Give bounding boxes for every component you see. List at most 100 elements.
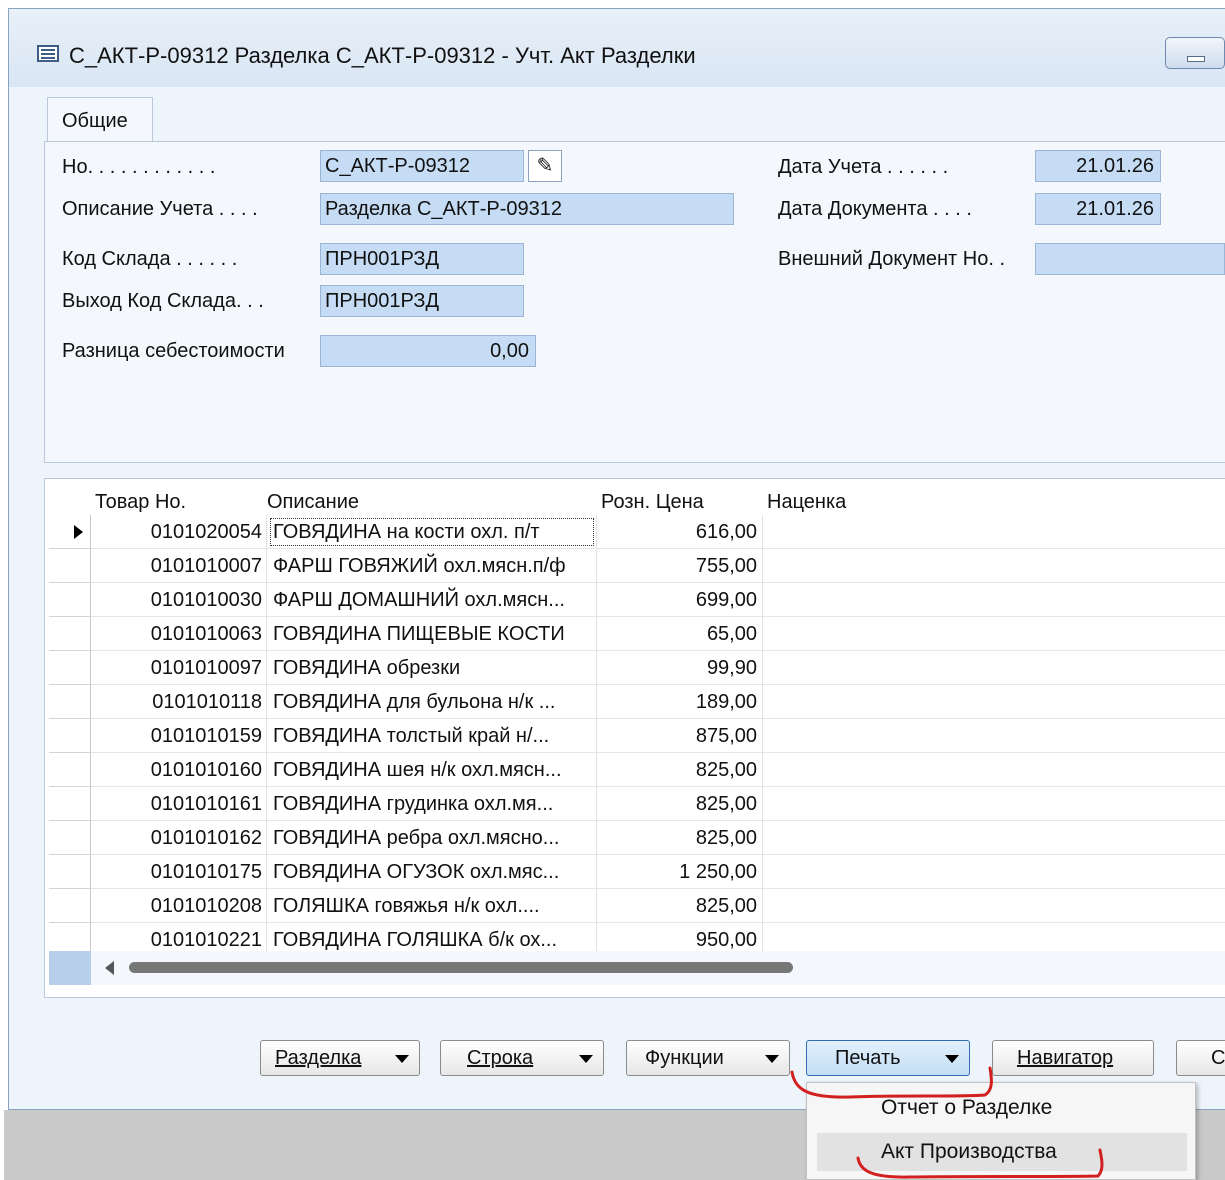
markup-cell[interactable] [763,651,1225,685]
retail-price-cell[interactable]: 875,00 [597,719,763,753]
description-cell[interactable]: ГОВЯДИНА грудинка охл.мя... [267,787,597,821]
horizontal-scrollbar[interactable] [49,951,1225,985]
row-selector[interactable] [49,787,91,821]
description-cell[interactable]: ГОВЯДИНА шея н/к охл.мясн... [267,753,597,787]
retail-price-cell[interactable]: 65,00 [597,617,763,651]
retail-price-cell[interactable]: 99,90 [597,651,763,685]
cut-off-button[interactable]: С [1176,1040,1225,1076]
markup-cell[interactable] [763,719,1225,753]
stroka-button[interactable]: Строка [440,1040,604,1076]
table-row[interactable]: 0101010097 ГОВЯДИНА обрезки 99,90 [45,651,1225,685]
table-row[interactable]: 0101010007 ФАРШ ГОВЯЖИЙ охл.мясн.п/ф 755,0… [45,549,1225,583]
razdelka-button[interactable]: Разделка [260,1040,420,1076]
row-selector[interactable] [49,617,91,651]
funkcii-button[interactable]: Функции [626,1040,790,1076]
item-no-cell[interactable]: 0101010063 [91,617,267,651]
menu-item-production-act[interactable]: Акт Производства [817,1133,1187,1171]
description-cell[interactable]: ГОВЯДИНА для бульона н/к ... [267,685,597,719]
table-row[interactable]: 0101010030 ФАРШ ДОМАШНИЙ охл.мясн... 699,0… [45,583,1225,617]
table-row[interactable]: 0101010159 ГОВЯДИНА толстый край н/... 875… [45,719,1225,753]
chevron-down-icon [579,1055,593,1063]
pechat-button[interactable]: Печать [806,1040,970,1076]
item-no-cell[interactable]: 0101010159 [91,719,267,753]
markup-cell[interactable] [763,889,1225,923]
col-header-markup[interactable]: Наценка [767,491,846,514]
retail-price-cell[interactable]: 1 250,00 [597,855,763,889]
description-cell[interactable]: ФАРШ ДОМАШНИЙ охл.мясн... [267,583,597,617]
retail-price-cell[interactable]: 825,00 [597,889,763,923]
item-no-cell[interactable]: 0101020054 [91,515,267,549]
minimize-button[interactable] [1165,37,1225,69]
markup-cell[interactable] [763,583,1225,617]
item-no-cell[interactable]: 0101010161 [91,787,267,821]
row-selector[interactable] [49,855,91,889]
edit-pencil-button[interactable]: ✎ [528,150,562,182]
retail-price-cell[interactable]: 825,00 [597,787,763,821]
table-row[interactable]: 0101010160 ГОВЯДИНА шея н/к охл.мясн... 82… [45,753,1225,787]
item-no-cell[interactable]: 0101010175 [91,855,267,889]
menu-item-razdelka-report[interactable]: Отчет о Разделке [817,1089,1187,1127]
no-field[interactable]: С_АКТ-Р-09312 [320,150,524,182]
document-date-field[interactable]: 21.01.26 [1035,193,1161,225]
row-selector[interactable] [49,719,91,753]
table-row[interactable]: 0101020054 ГОВЯДИНА на кости охл. п/т 616,… [45,515,1225,549]
description-cell[interactable]: ГОВЯДИНА обрезки [267,651,597,685]
item-no-cell[interactable]: 0101010162 [91,821,267,855]
description-cell[interactable]: ГОЛЯШКА говяжья н/к охл.... [267,889,597,923]
retail-price-cell[interactable]: 755,00 [597,549,763,583]
description-cell[interactable]: ГОВЯДИНА ребра охл.мясно... [267,821,597,855]
description-cell[interactable]: ГОВЯДИНА на кости охл. п/т [267,515,597,549]
retail-price-cell[interactable]: 699,00 [597,583,763,617]
markup-cell[interactable] [763,753,1225,787]
description-cell[interactable]: ГОВЯДИНА толстый край н/... [267,719,597,753]
description-field[interactable]: Разделка С_АКТ-Р-09312 [320,193,734,225]
current-row-indicator[interactable] [49,515,91,549]
out-warehouse-field[interactable]: ПРН001РЗД [320,285,524,317]
item-no-cell[interactable]: 0101010118 [91,685,267,719]
table-row[interactable]: 0101010118 ГОВЯДИНА для бульона н/к ... 18… [45,685,1225,719]
table-row[interactable]: 0101010162 ГОВЯДИНА ребра охл.мясно... 825… [45,821,1225,855]
posting-date-field[interactable]: 21.01.26 [1035,150,1161,182]
row-selector[interactable] [49,583,91,617]
navigator-button[interactable]: Навигатор [992,1040,1154,1076]
table-row[interactable]: 0101010063 ГОВЯДИНА ПИЩЕВЫЕ КОСТИ 65,00 [45,617,1225,651]
retail-price-cell[interactable]: 825,00 [597,753,763,787]
row-selector[interactable] [49,889,91,923]
scroll-thumb[interactable] [129,962,793,973]
table-row[interactable]: 0101010161 ГОВЯДИНА грудинка охл.мя... 825… [45,787,1225,821]
markup-cell[interactable] [763,855,1225,889]
scroll-left-icon[interactable] [105,961,114,975]
description-cell[interactable]: ФАРШ ГОВЯЖИЙ охл.мясн.п/ф [267,549,597,583]
retail-price-cell[interactable]: 616,00 [597,515,763,549]
item-no-cell[interactable]: 0101010160 [91,753,267,787]
cost-difference-field[interactable]: 0,00 [320,335,536,367]
markup-cell[interactable] [763,787,1225,821]
markup-cell[interactable] [763,617,1225,651]
item-no-cell[interactable]: 0101010007 [91,549,267,583]
warehouse-field[interactable]: ПРН001РЗД [320,243,524,275]
description-cell[interactable]: ГОВЯДИНА ПИЩЕВЫЕ КОСТИ [267,617,597,651]
row-selector[interactable] [49,821,91,855]
retail-price-cell[interactable]: 825,00 [597,821,763,855]
item-no-cell[interactable]: 0101010097 [91,651,267,685]
markup-cell[interactable] [763,549,1225,583]
row-selector[interactable] [49,549,91,583]
col-header-retail-price[interactable]: Розн. Цена [601,491,704,514]
markup-cell[interactable] [763,515,1225,549]
navigator-label: Навигатор [1017,1047,1114,1069]
markup-cell[interactable] [763,685,1225,719]
external-doc-field[interactable] [1035,243,1225,275]
markup-cell[interactable] [763,821,1225,855]
table-row[interactable]: 0101010208 ГОЛЯШКА говяжья н/к охл.... 825… [45,889,1225,923]
table-row[interactable]: 0101010175 ГОВЯДИНА ОГУЗОК охл.мяс... 1 25… [45,855,1225,889]
retail-price-cell[interactable]: 189,00 [597,685,763,719]
row-selector[interactable] [49,685,91,719]
item-no-cell[interactable]: 0101010208 [91,889,267,923]
col-header-item-no[interactable]: Товар Но. [95,491,186,514]
row-selector[interactable] [49,651,91,685]
tab-general[interactable]: Общие [47,97,153,143]
col-header-description[interactable]: Описание [267,491,359,514]
item-no-cell[interactable]: 0101010030 [91,583,267,617]
row-selector[interactable] [49,753,91,787]
description-cell[interactable]: ГОВЯДИНА ОГУЗОК охл.мяс... [267,855,597,889]
